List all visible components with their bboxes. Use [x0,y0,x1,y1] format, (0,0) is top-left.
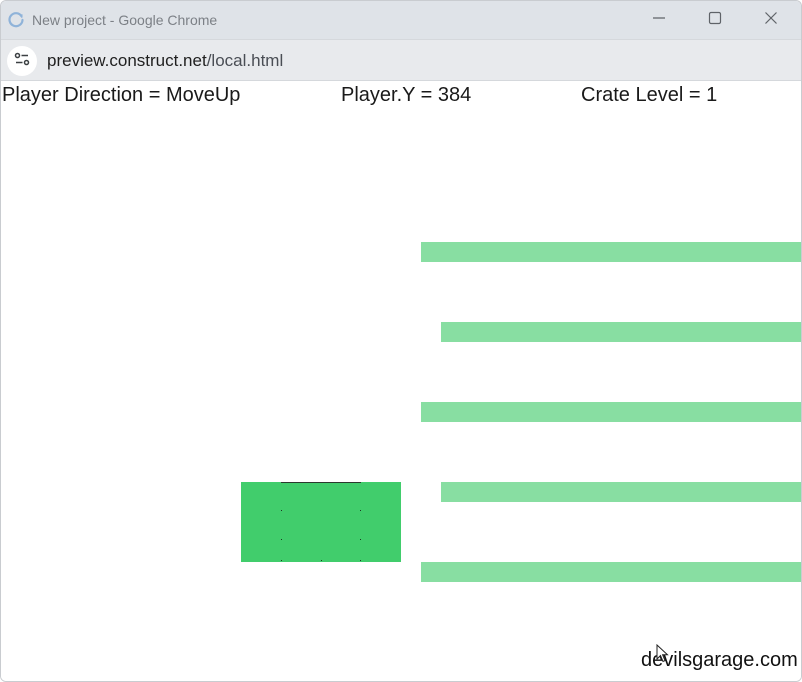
maximize-button[interactable] [687,1,743,39]
platform [421,562,801,582]
player-marker [360,510,361,511]
site-settings-icon [13,50,31,73]
player-marker [281,539,282,540]
window-title: New project - Google Chrome [32,12,218,28]
url-field[interactable]: preview.construct.net/local.html [47,51,283,71]
platform [441,482,801,502]
close-icon [764,11,778,30]
player-marker [360,560,361,561]
player-marker [281,510,282,511]
hud-crate-level: Crate Level = 1 [581,84,718,106]
mouse-pointer-icon [656,643,670,669]
hud-player-direction: Player Direction = MoveUp [2,84,241,106]
player-crate [241,482,401,562]
site-info-button[interactable] [7,46,37,76]
platform [421,242,801,262]
hud-player-y: Player.Y = 384 [341,84,472,106]
minimize-button[interactable] [631,1,687,39]
browser-window: New project - Google Chrome preview.cons… [0,0,802,682]
chrome-reload-icon [7,11,25,29]
maximize-icon [708,11,722,30]
player-top-edge [281,482,361,483]
url-host: preview.construct.net [47,51,207,70]
url-path: /local.html [206,51,284,70]
platform [441,322,801,342]
title-bar: New project - Google Chrome [1,1,801,39]
player-marker [360,539,361,540]
platform [421,402,801,422]
address-bar: preview.construct.net/local.html [1,39,801,81]
player-marker [321,560,322,561]
player-marker [281,560,282,561]
close-button[interactable] [743,1,799,39]
game-canvas[interactable]: Player Direction = MoveUp Player.Y = 384… [1,81,801,681]
minimize-icon [652,11,666,30]
